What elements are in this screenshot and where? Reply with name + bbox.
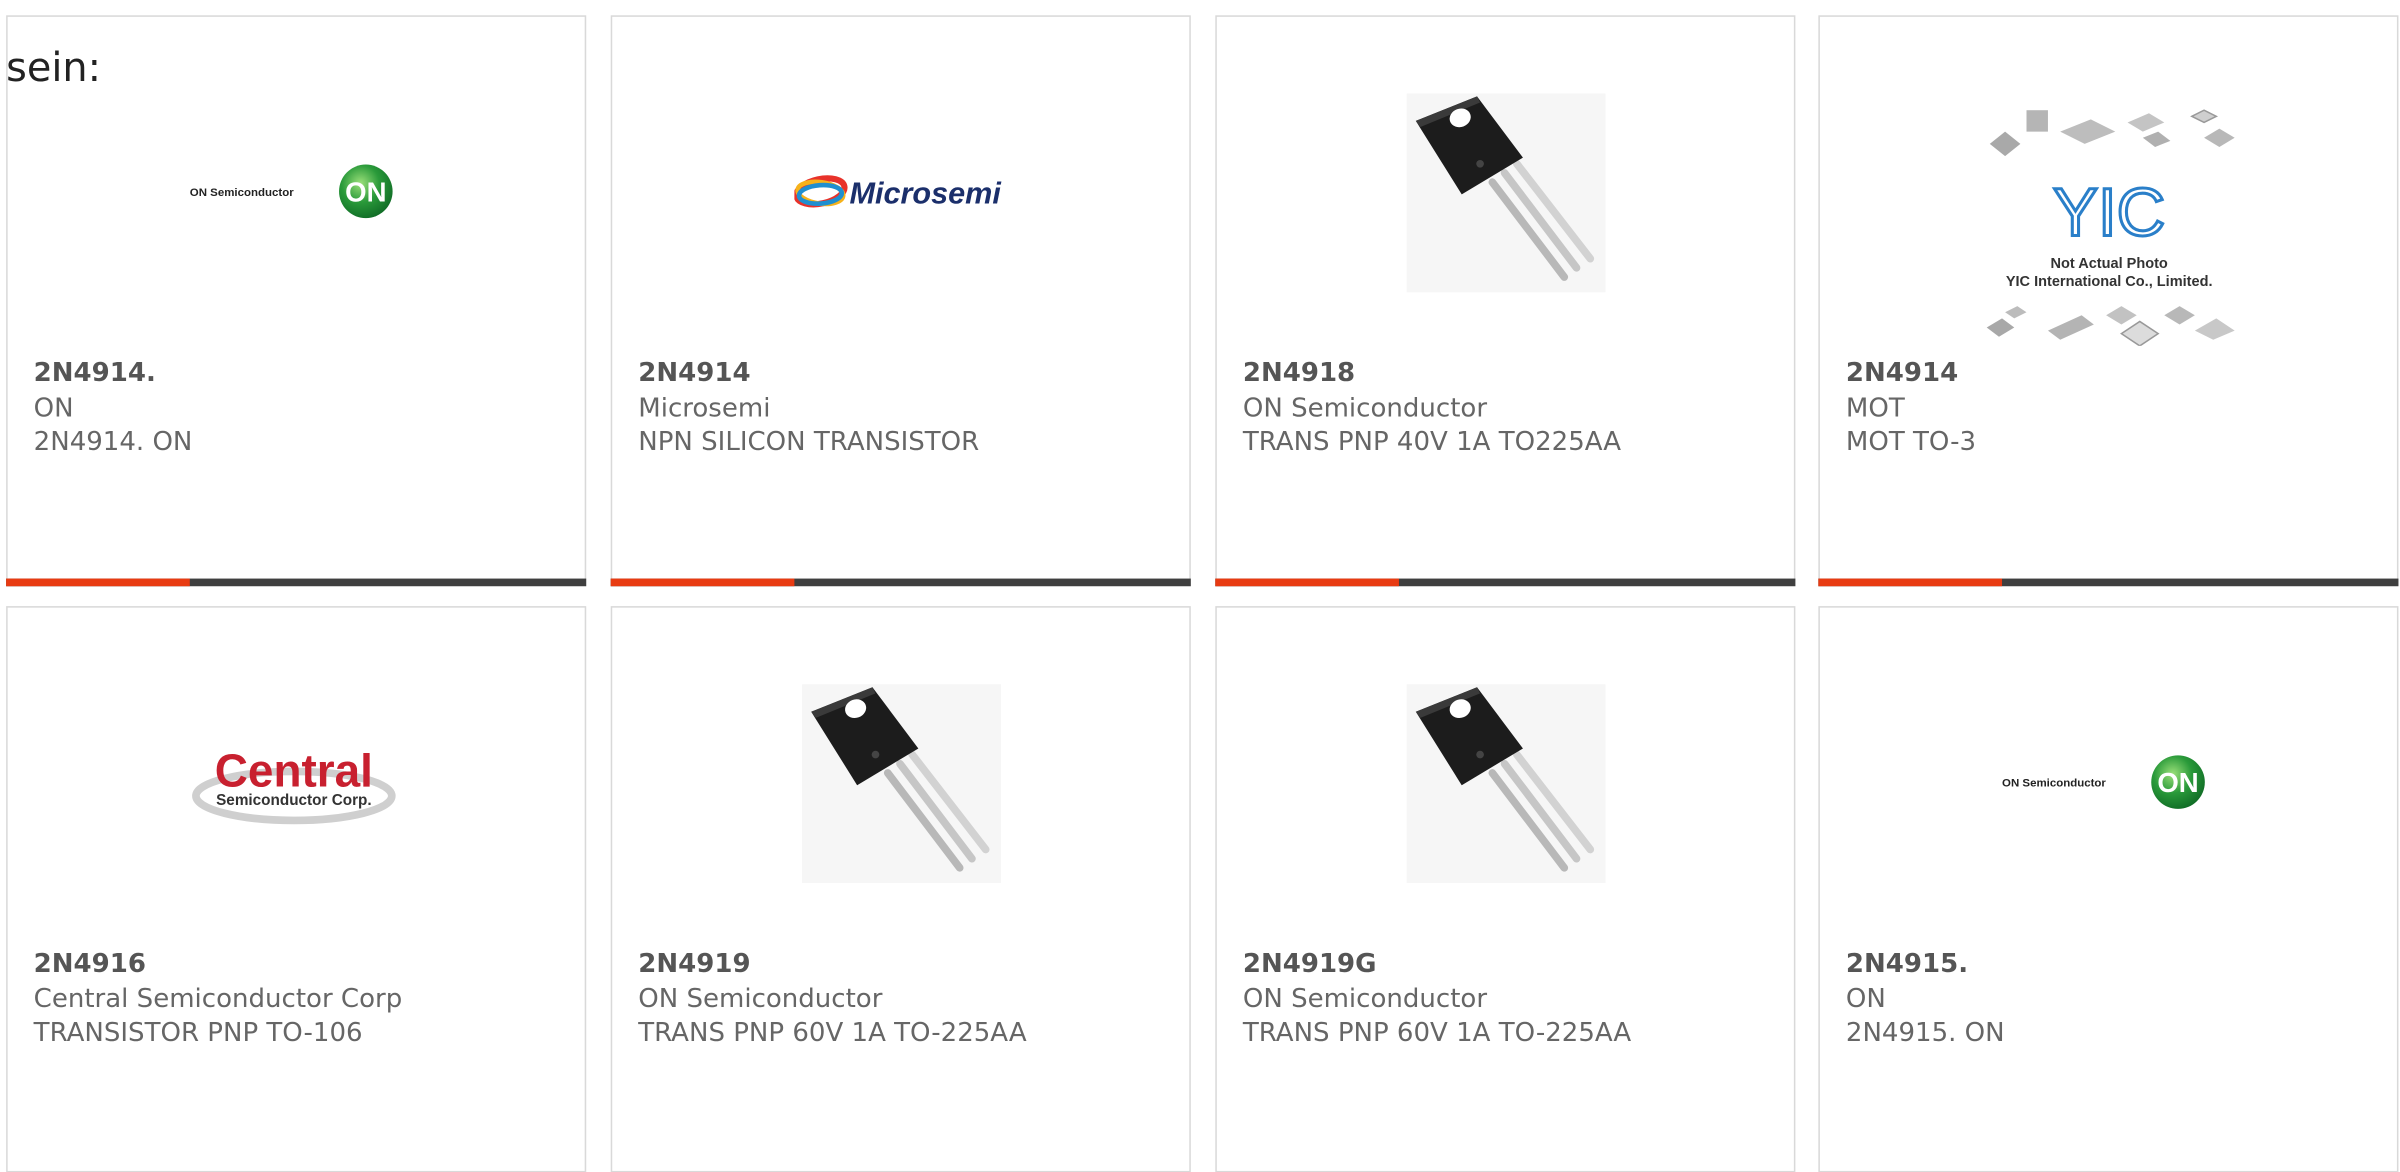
product-card[interactable]: 2N4918 ON Semiconductor TRANS PNP 40V 1A… — [1215, 15, 1796, 587]
svg-text:ON Semiconductor: ON Semiconductor — [2001, 778, 2105, 790]
part-number[interactable]: 2N4914. — [34, 357, 570, 391]
manufacturer: ON Semiconductor — [1242, 392, 1488, 424]
svg-text:Semiconductor Corp.: Semiconductor Corp. — [215, 792, 371, 809]
svg-text:ON: ON — [2157, 767, 2198, 798]
central-semiconductor-logo[interactable]: Central Semiconductor Corp. — [8, 669, 585, 899]
product-card[interactable]: ON Semiconductor ON 2N4915. ON 2N4915. O… — [1818, 606, 2399, 1172]
svg-text:Microsemi: Microsemi — [849, 177, 1002, 211]
svg-text:Central: Central — [214, 745, 372, 797]
yic-placeholder-image[interactable]: YIC Not Actual Photo YIC International C… — [1820, 101, 2397, 346]
svg-text:ON: ON — [344, 176, 385, 207]
intro-text: sein: — [6, 45, 102, 92]
to225-transistor-photo[interactable] — [1217, 669, 1794, 899]
card-bar — [610, 578, 1191, 587]
product-card[interactable]: Microsemi 2N4914 Microsemi NPN SILICON T… — [610, 15, 1191, 587]
part-number[interactable]: 2N4916 — [34, 947, 570, 981]
description: TRANS PNP 40V 1A TO225AA — [1242, 427, 1622, 458]
description: 2N4914. ON — [33, 427, 193, 458]
svg-text:ON Semiconductor: ON Semiconductor — [189, 187, 293, 199]
part-number[interactable]: 2N4915. — [1846, 947, 2382, 981]
manufacturer: MOT — [1845, 392, 1905, 424]
manufacturer: ON Semiconductor — [1242, 983, 1488, 1015]
manufacturer: Central Semiconductor Corp — [33, 983, 403, 1015]
description: TRANS PNP 60V 1A TO-225AA — [1242, 1017, 1632, 1049]
part-number[interactable]: 2N4914 — [638, 357, 1174, 391]
manufacturer: ON — [33, 392, 74, 424]
product-card[interactable]: 2N4919 ON Semiconductor TRANS PNP 60V 1A… — [610, 606, 1191, 1172]
description: TRANSISTOR PNP TO-106 — [33, 1017, 363, 1049]
to225-transistor-photo[interactable] — [612, 669, 1189, 899]
product-card[interactable]: YIC Not Actual Photo YIC International C… — [1818, 15, 2399, 587]
svg-text:YIC: YIC — [2052, 176, 2164, 251]
svg-text:YIC International Co., Limited: YIC International Co., Limited. — [2005, 274, 2212, 290]
svg-text:Not Actual Photo: Not Actual Photo — [2050, 256, 2167, 272]
manufacturer: ON — [1845, 983, 1886, 1015]
description: 2N4915. ON — [1845, 1017, 2005, 1049]
part-number[interactable]: 2N4918 — [1243, 357, 1779, 391]
description: TRANS PNP 60V 1A TO-225AA — [638, 1017, 1027, 1049]
part-number[interactable]: 2N4919 — [638, 947, 1174, 981]
on-semiconductor-logo[interactable]: ON Semiconductor ON — [8, 78, 585, 308]
manufacturer: Microsemi — [638, 392, 771, 424]
product-card[interactable]: ON Semiconductor ON 2N4914. ON 2N4914. O… — [6, 15, 587, 587]
card-bar — [6, 578, 587, 587]
manufacturer: ON Semiconductor — [638, 983, 883, 1015]
description: NPN SILICON TRANSISTOR — [638, 427, 980, 458]
to225-transistor-photo[interactable] — [1217, 78, 1794, 308]
description: MOT TO-3 — [1845, 427, 1977, 458]
on-semiconductor-logo[interactable]: ON Semiconductor ON — [1820, 669, 2397, 899]
part-number[interactable]: 2N4919G — [1243, 947, 1779, 981]
product-card[interactable]: Central Semiconductor Corp. 2N4916 Centr… — [6, 606, 587, 1172]
card-bar — [1818, 578, 2399, 587]
product-card[interactable]: 2N4919G ON Semiconductor TRANS PNP 60V 1… — [1215, 606, 1796, 1172]
part-number[interactable]: 2N4914 — [1846, 357, 2382, 391]
card-bar — [1215, 578, 1796, 587]
microsemi-logo[interactable]: Microsemi — [612, 78, 1189, 308]
product-grid-page: sein: ON Semiconductor ON 2N4914. ON 2N4… — [0, 0, 2400, 1172]
